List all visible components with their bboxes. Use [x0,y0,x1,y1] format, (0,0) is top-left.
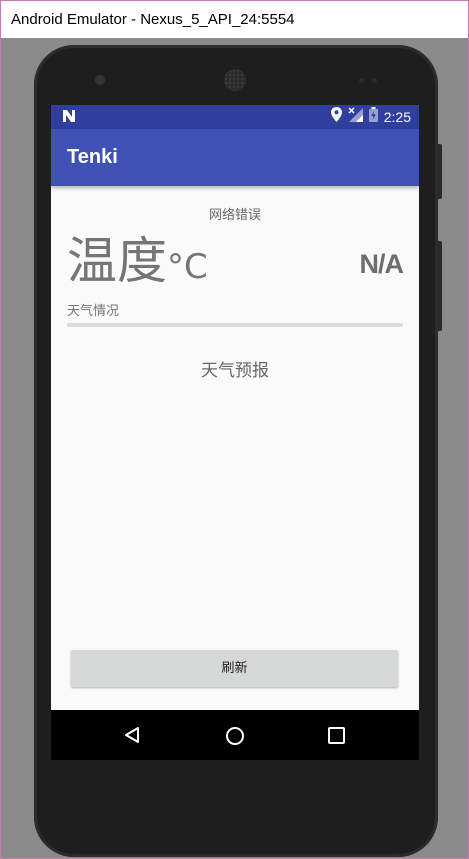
weather-condition: 天气情况 [67,304,120,319]
front-camera [95,75,105,85]
status-bar: 2:25 [51,105,419,129]
power-button[interactable] [438,144,442,199]
notification-n-icon [61,108,77,128]
divider [67,323,403,327]
status-time: 2:25 [383,108,411,125]
refresh-button[interactable]: 刷新 [71,650,398,687]
temperature-display: 温度°C [67,231,208,297]
temperature-unit: °C [167,247,208,287]
app-title: Tenki [67,146,118,168]
back-icon[interactable] [123,726,141,748]
error-message: 网络错误 [208,208,261,223]
app-bar: Tenki [51,129,419,186]
navigation-bar [51,710,419,760]
light-sensor [372,78,377,83]
weather-icon-placeholder: N/A [359,249,404,279]
forecast-heading: 天气预报 [201,361,269,381]
emulator-window: Android Emulator - Nexus_5_API_24:5554 2… [0,0,469,859]
volume-button[interactable] [438,241,442,331]
proximity-sensor [359,78,364,83]
home-icon[interactable] [225,726,245,750]
device-screen: 2:25 Tenki 网络错误 温度°C N/A 天气情况 天气预报 刷新 [51,105,419,760]
location-icon [330,107,342,126]
window-title: Android Emulator - Nexus_5_API_24:5554 [1,1,468,38]
recent-apps-icon[interactable] [328,727,345,748]
temperature-value: 温度 [67,232,167,290]
signal-icon [348,107,363,126]
earpiece-speaker [224,69,246,91]
battery-icon [368,107,378,126]
